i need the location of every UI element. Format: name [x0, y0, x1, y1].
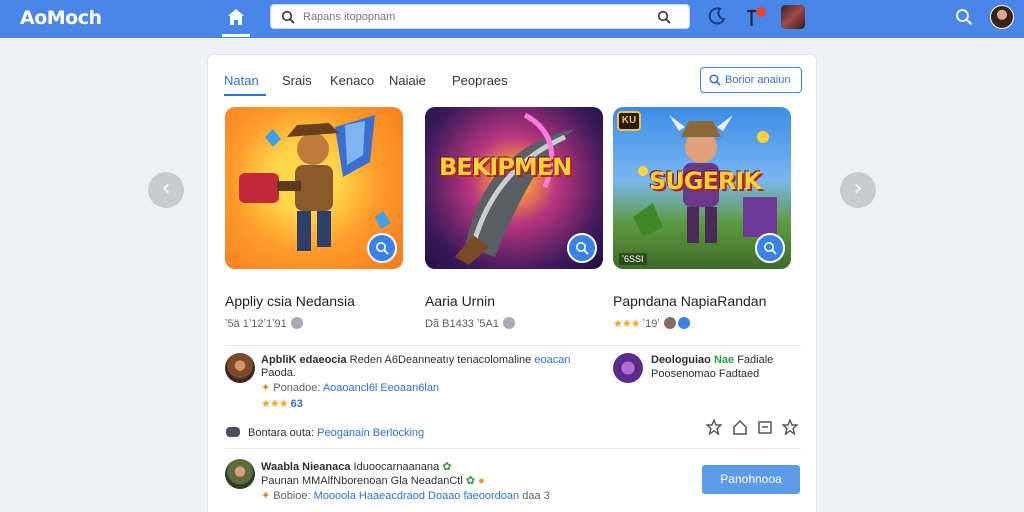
review3-line-2: Paunan MMAlfNborenoan Gla NeadanCtl ✿ ● [261, 474, 485, 487]
game-meta-3: ★★★ ʼ19ʼ [613, 317, 690, 330]
search-input[interactable] [303, 8, 643, 26]
game-title-1[interactable]: Appliy csia Nedansia [225, 293, 355, 309]
reviewer-name[interactable]: Deologuiao [651, 354, 711, 366]
review-line-2: Paoda. [261, 367, 296, 379]
app-logo[interactable]: AoMoch [20, 7, 102, 29]
review-tags-link[interactable]: Aoaoancl6l Eeoaan6lan [323, 382, 439, 394]
home-icon [228, 9, 244, 25]
tab-naiaie[interactable]: Naiaie [389, 73, 426, 88]
play-icon [376, 242, 389, 255]
game-meta-1: ʼ5ä 1ʼ12ʼ1ʼ91 [225, 317, 303, 330]
tab-peopraes[interactable]: Peopraes [452, 73, 508, 88]
review2-line-2: Poosenomao Fadtaed [651, 368, 759, 380]
review2-line-1: Deologuiao Nae Fadiale [651, 354, 773, 366]
review-tag: Fadiale [737, 354, 774, 366]
active-tab-indicator [224, 94, 266, 96]
tab-srais[interactable]: Srais [282, 73, 312, 88]
notification-icon[interactable] [744, 6, 768, 30]
game-art-title: BEKIPMEN [439, 153, 572, 181]
games-card: Natan Srais Kenaco Naiaie Peopraes Borio… [207, 54, 817, 512]
reviewer-name[interactable]: ApbliK edaeocia [261, 354, 347, 366]
play-icon [764, 242, 777, 255]
footer-row: Bontara outa: Peoganain Berlocking [248, 427, 424, 439]
reviewer-avatar[interactable] [225, 459, 255, 489]
review-prefix: Ponadoe: [273, 382, 321, 394]
moon-icon[interactable] [707, 6, 727, 26]
corner-badge: KU [617, 111, 641, 131]
search-submit-icon[interactable] [657, 10, 671, 24]
game-thumbnail-3[interactable]: SUGERIK KU ʼ6SSI [613, 107, 791, 269]
leaf-icon: ✿ [442, 461, 452, 473]
leaf-icon: ✿ [465, 475, 476, 487]
divider [225, 448, 801, 449]
global-search-icon[interactable] [955, 8, 973, 26]
info-icon [503, 317, 515, 329]
review-text: Poosenomao Fadtaed [651, 368, 760, 380]
primary-action-button[interactable]: Panohnooa [702, 465, 800, 494]
play-button[interactable] [755, 233, 785, 263]
user-avatar-small[interactable] [781, 5, 805, 29]
verified-icon [677, 317, 690, 329]
reviewer-name[interactable]: Waabla Nieanaca [261, 461, 350, 473]
review-rating: ★★★ 63 [261, 397, 303, 410]
reviewer-avatar[interactable] [613, 353, 643, 383]
game-art-title: SUGERIK [649, 167, 762, 195]
review-link[interactable]: eoacan [534, 354, 570, 366]
bottom-tag: ʼ6SSI [619, 253, 647, 265]
review-suffix: daa 3 [522, 490, 550, 502]
game-meta-text: ʼ5ä 1ʼ12ʼ1ʼ91 [225, 318, 287, 330]
search-icon [281, 10, 295, 24]
footer-label: Bontara outa: [248, 427, 315, 439]
search-icon [709, 74, 721, 86]
home-tab[interactable] [222, 0, 250, 38]
game-thumbnail-1[interactable] [225, 107, 403, 269]
share-icon[interactable] [757, 419, 773, 435]
game-title-2[interactable]: Aaria Urnin [425, 293, 495, 309]
reviewer-tag: Nae [713, 354, 735, 366]
info-icon [290, 317, 303, 329]
tab-kenaco[interactable]: Kenaco [330, 73, 374, 88]
search-bar[interactable] [270, 4, 690, 29]
chevron-right-icon[interactable]: › [840, 172, 876, 208]
play-icon [576, 242, 589, 255]
card-action-button[interactable]: Borior anaiun [700, 67, 802, 93]
rating-stars: ★★★ [261, 398, 289, 410]
badge-icon [663, 317, 676, 329]
emoji-icon: ● [478, 475, 485, 487]
review3-line-3: ✦ Bobioe: Moooola Haaeacdraod Doaao faeo… [261, 489, 550, 502]
game-meta-text: Dã B1433 ʼ5A1 [425, 318, 499, 330]
card-action-label: Borior anaiun [725, 74, 791, 86]
rating-count: 63 [290, 398, 303, 410]
review-tags-link[interactable]: Moooola Haaeacdraod Doaao faeoordoan [314, 490, 520, 502]
review-line-1: ApbliK edaeocia Reden A6Deanneatıy tenac… [261, 354, 570, 366]
review3-line-1: Waabla Nieanaca Iduoocarnaanana ✿ [261, 460, 451, 473]
review-line-3: ✦ Ponadoe: Aoaoancl6l Eeoaan6lan [261, 381, 439, 394]
star-icon[interactable] [706, 419, 722, 435]
game-meta-2: Dã B1433 ʼ5A1 [425, 317, 515, 330]
bookmark-icon[interactable] [732, 419, 748, 435]
chevron-left-icon[interactable]: ‹ [148, 172, 184, 208]
review-text: Reden A6Deanneatıy tenacolomaline [349, 354, 532, 366]
review-prefix: Bobioe: [273, 490, 311, 502]
favorite-icon[interactable] [782, 419, 798, 435]
divider [225, 345, 801, 346]
reviewer-avatar[interactable] [225, 353, 255, 383]
profile-avatar[interactable] [990, 5, 1014, 29]
rating-stars: ★★★ [613, 318, 641, 330]
tab-natan[interactable]: Natan [224, 73, 259, 88]
top-bar: AoMoch [0, 0, 1024, 38]
game-thumbnail-2[interactable]: BEKIPMEN [425, 107, 603, 269]
play-button[interactable] [367, 233, 397, 263]
game-title-3[interactable]: Papndana NapiaRandan [613, 293, 766, 309]
fire-icon: ✦ [261, 382, 271, 394]
comment-icon [226, 427, 240, 437]
review-text: Paunan MMAlfNborenoan Gla NeadanCtl [261, 475, 463, 487]
review-text: Iduoocarnaanana [353, 461, 440, 473]
game-meta-text: ʼ19ʼ [642, 318, 660, 330]
play-button[interactable] [567, 233, 597, 263]
footer-link[interactable]: Peoganain Berlocking [317, 427, 424, 439]
fire-icon: ✦ [261, 490, 271, 502]
